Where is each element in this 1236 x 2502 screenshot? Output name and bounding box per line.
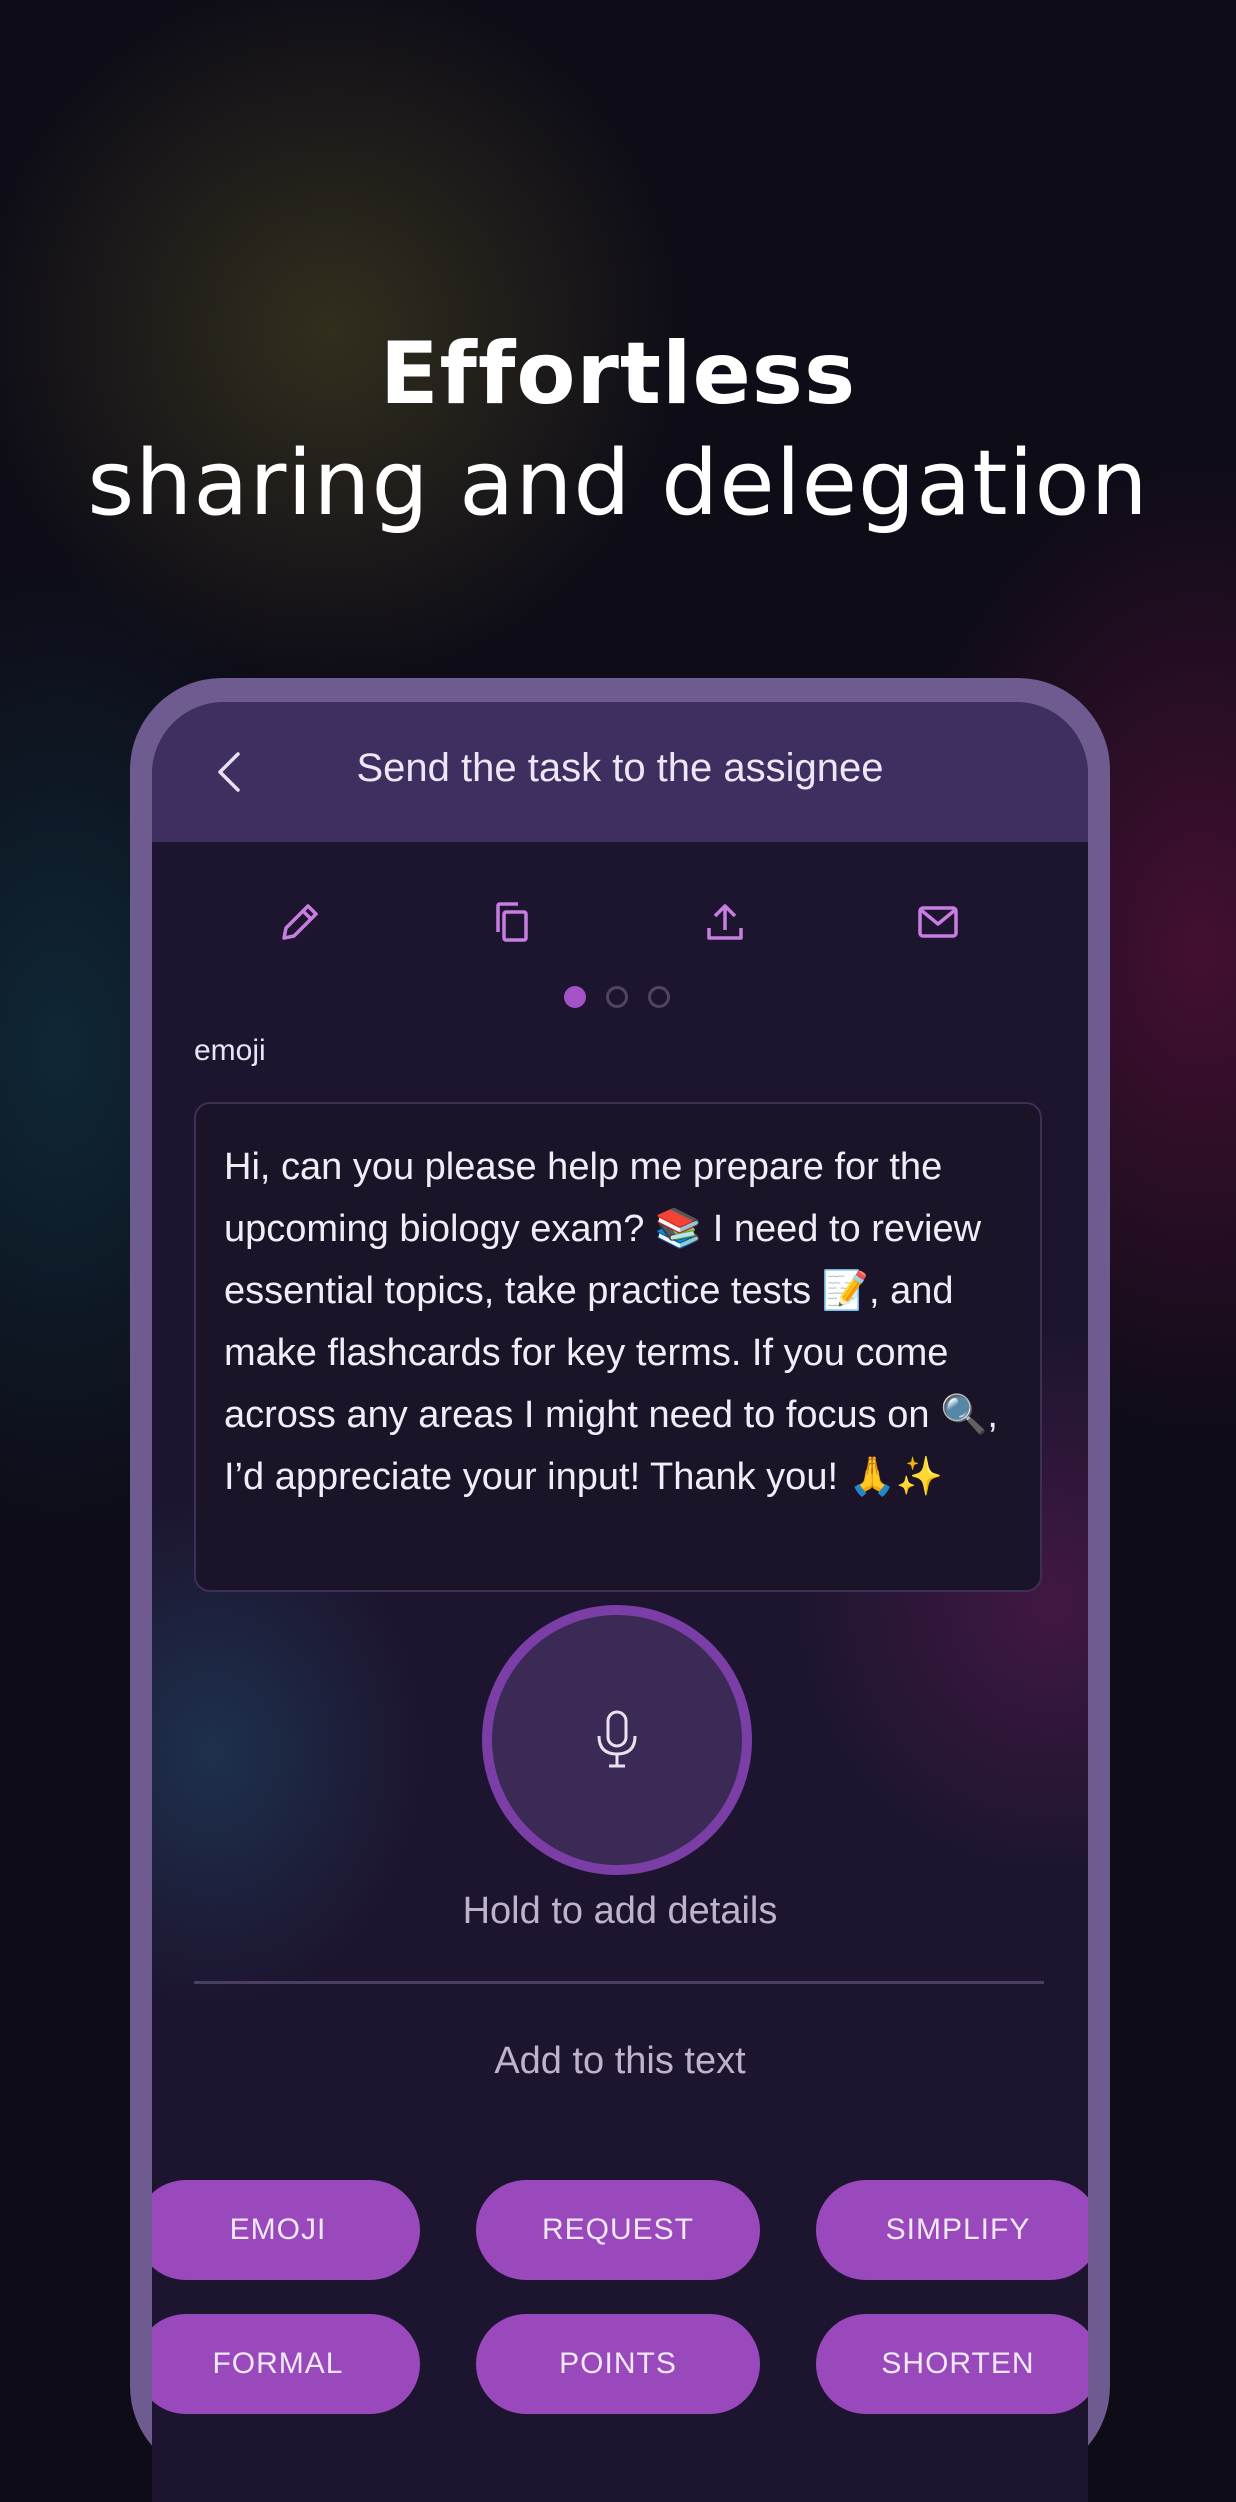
page-dot[interactable] (648, 986, 670, 1008)
top-bar: Send the task to the assignee (152, 702, 1088, 842)
phone-frame: Send the task to the assignee emoji Hi, … (130, 678, 1110, 2502)
upload-icon (707, 904, 743, 940)
page-dot[interactable] (606, 986, 628, 1008)
chip-shorten[interactable]: SHORTEN (816, 2314, 1088, 2414)
screen-title: Send the task to the assignee (356, 746, 884, 790)
section-label: emoji (194, 1034, 266, 1067)
phone-screen: Send the task to the assignee emoji Hi, … (152, 702, 1088, 2502)
pencil-icon (282, 904, 318, 940)
share-button[interactable] (695, 892, 755, 952)
copy-button[interactable] (482, 892, 542, 952)
email-button[interactable] (908, 892, 968, 952)
chip-formal[interactable]: FORMAL (152, 2314, 420, 2414)
chip-points[interactable]: POINTS (476, 2314, 760, 2414)
chip-emoji[interactable]: EMOJI (152, 2180, 420, 2280)
headline: Effortless sharing and delegation (0, 318, 1236, 538)
mail-icon (918, 906, 958, 938)
share-toolbar (152, 892, 1088, 952)
divider (194, 1981, 1044, 1984)
message-text-area[interactable]: Hi, can you please help me prepare for t… (194, 1102, 1042, 1592)
page-indicator (564, 986, 684, 1010)
mic-hint: Hold to add details (462, 1890, 778, 1932)
copy-icon (496, 902, 528, 942)
edit-button[interactable] (270, 892, 330, 952)
chip-request[interactable]: REQUEST (476, 2180, 760, 2280)
headline-subtitle: sharing and delegation (87, 431, 1149, 536)
chip-simplify[interactable]: SIMPLIFY (816, 2180, 1088, 2280)
page-dot-active[interactable] (564, 986, 586, 1008)
mic-button[interactable] (482, 1605, 752, 1875)
add-to-text-label: Add to this text (494, 2040, 746, 2082)
headline-title: Effortless (379, 324, 857, 424)
microphone-icon (597, 1710, 637, 1768)
